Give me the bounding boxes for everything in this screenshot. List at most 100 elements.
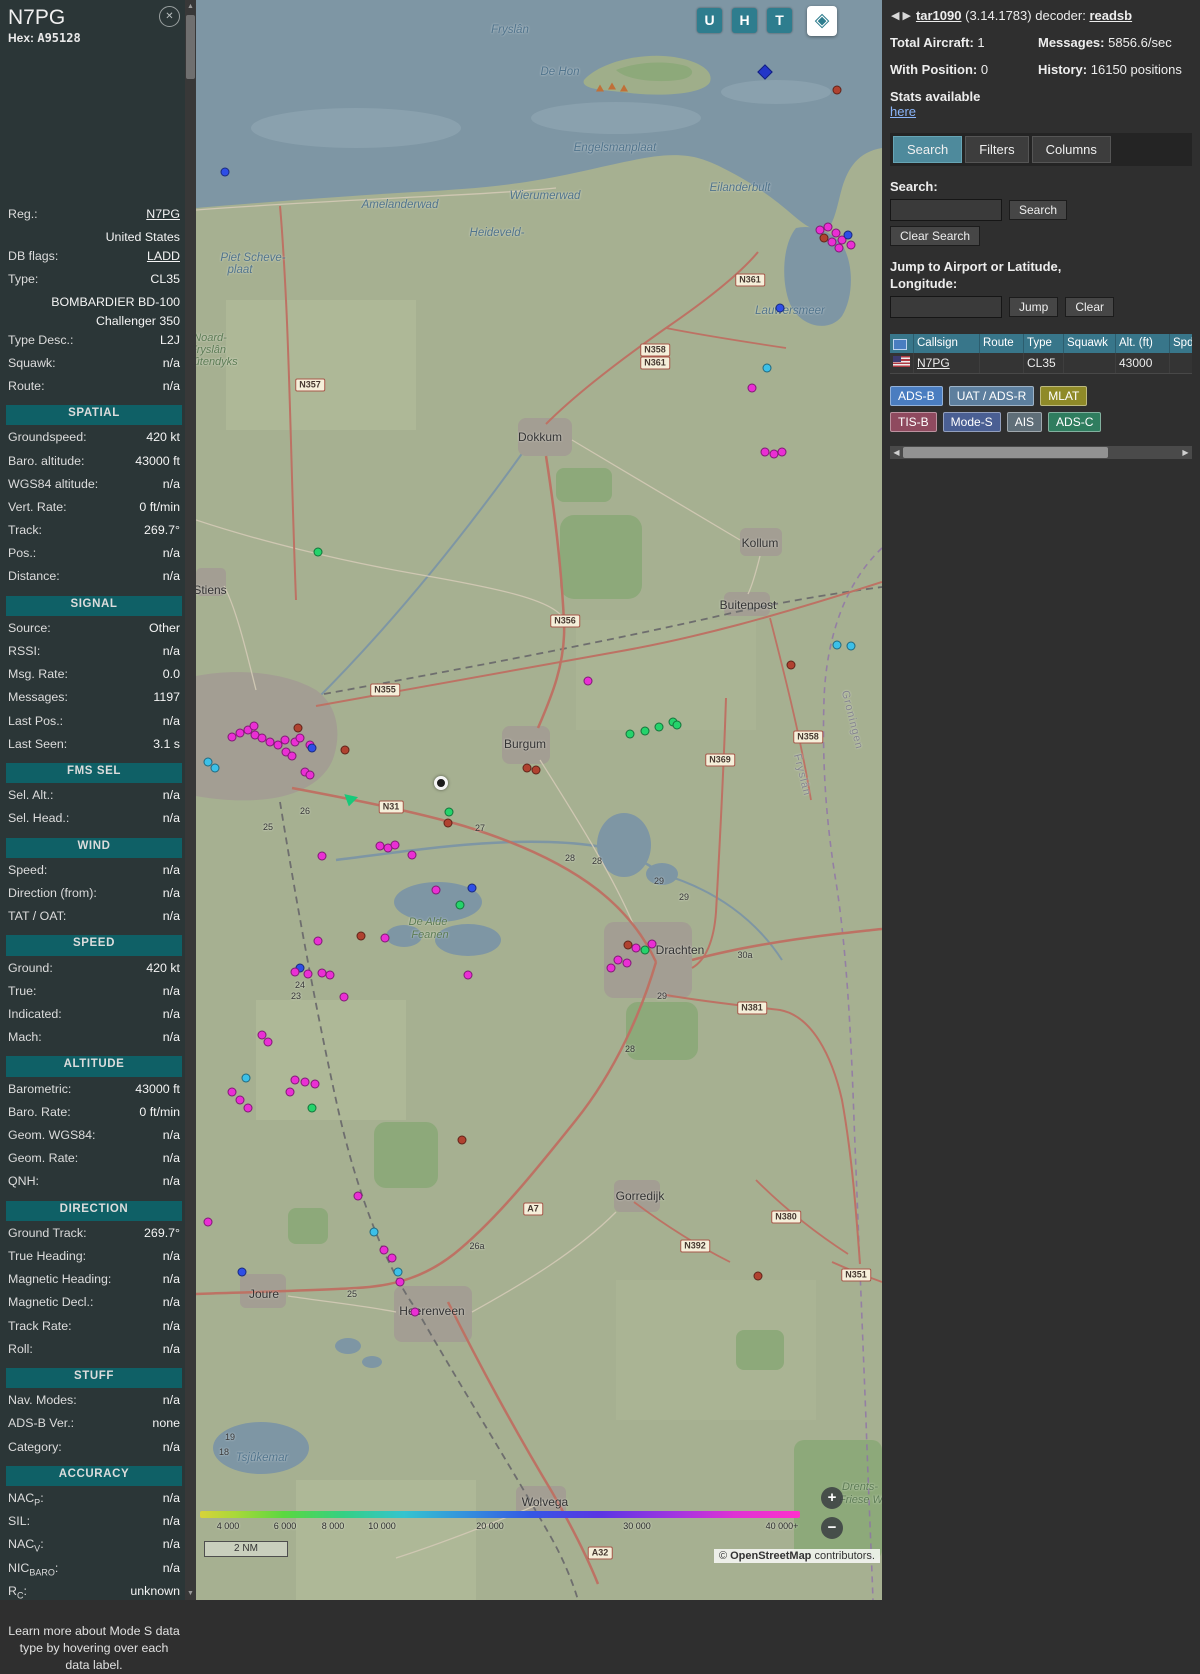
mode-s-hint: Learn more about Mode S data type by hov… [8,1623,180,1672]
sidebar-row: SPEED [6,935,182,956]
row-label: Ground: [8,960,53,975]
aircraft-history-dot [834,243,844,253]
route-cell [980,353,1024,373]
row-label: NACV: [8,1537,44,1554]
row-label: Track: [8,523,42,538]
sidebar-row: Last Pos.: n/a [8,712,180,735]
layer-switcher-icon[interactable]: ◈ [807,6,837,36]
map-viewport[interactable]: N361 N357 N358 N361 N356 N355 N358 N369 N31 N381 N… [196,0,882,1600]
source-filter-badge[interactable]: ADS-C [1048,412,1102,432]
column-header[interactable]: Callsign [914,334,980,353]
row-value: n/a [162,1537,180,1552]
row-label: SIGNAL [70,597,118,610]
aircraft-history-dot [241,1073,251,1083]
aircraft-history-dot [625,729,635,739]
callsign-cell[interactable]: N7PG [914,353,980,373]
scroll-up-icon[interactable]: ▲ [185,3,196,10]
tab[interactable]: Filters [965,136,1029,163]
stats-here-link[interactable]: here [890,104,916,119]
flag-column-icon [893,339,907,350]
hscroll-thumb[interactable] [903,447,1108,458]
road-shield: N369 [705,753,735,767]
jump-button[interactable]: Jump [1009,297,1059,317]
tar1090-link[interactable]: tar1090 [916,8,962,23]
column-header[interactable]: Spd. [1170,334,1192,353]
column-header[interactable]: Type [1024,334,1064,353]
search-button[interactable]: Search [1009,200,1068,220]
clear-search-button[interactable]: Clear Search [890,226,981,246]
jump-input[interactable] [890,296,1002,318]
aircraft-history-dot [237,1267,247,1277]
osm-link[interactable]: OpenStreetMap [730,1550,811,1562]
search-input[interactable] [890,199,1002,221]
source-filter-badge[interactable]: AIS [1006,412,1043,432]
map-label: Kollum [741,536,779,550]
aircraft-history-dot [393,1267,403,1277]
tab[interactable]: Search [893,136,963,163]
aircraft-history-dot [786,660,796,670]
sidebar-row: BOMBARDIER BD-100 [8,293,180,312]
aircraft-history-dot [310,1079,320,1089]
sidebar-scrollbar[interactable]: ▲ ▼ [185,0,196,1600]
aircraft-history-dot [379,1245,389,1255]
hex-value: A95128 [37,31,81,45]
panel-shrink-icon[interactable]: ◀ [890,9,900,22]
aircraft-history-dot [263,1037,273,1047]
row-value: n/a [162,546,180,561]
road-shield: N381 [737,1001,767,1015]
column-header[interactable]: Route [980,334,1024,353]
sidebar-row: Type Desc.: L2J [8,331,180,354]
scroll-right-icon[interactable]: ▶ [1179,446,1192,459]
source-filter-badge[interactable]: Mode-S [942,412,1001,432]
table-horizontal-scrollbar[interactable]: ◀ ▶ [890,446,1192,459]
scroll-left-icon[interactable]: ◀ [890,446,903,459]
aircraft-history-dot [303,969,313,979]
source-filter-badge[interactable]: MLAT [1040,386,1088,406]
sidebar-row: Groundspeed: 420 kt [8,428,180,451]
row-value: n/a [162,1560,180,1575]
aircraft-history-dot [846,240,856,250]
aircraft-history-dot [410,1307,420,1317]
total-aircraft-label: Total Aircraft: [890,35,974,50]
map-label: Burgum [503,737,547,751]
flag-column-header[interactable] [890,334,914,353]
tab[interactable]: Columns [1031,136,1111,163]
source-filter-badge[interactable]: ADS-B [890,386,943,406]
aircraft-history-dot [622,958,632,968]
source-filter-badge[interactable]: TIS-B [890,412,937,432]
row-value: n/a [162,1174,180,1189]
sidebar-row: Baro. Rate: 0 ft/min [8,1103,180,1126]
source-filter-badge[interactable]: UAT / ADS-R [948,386,1035,406]
scroll-down-icon[interactable]: ▼ [185,1590,196,1597]
panel-grow-icon[interactable]: ▶ [901,9,911,22]
hex-line: Hex: A95128 [8,31,180,45]
aircraft-history-dot [407,850,417,860]
dune-marker-icon [608,82,616,90]
map-label: Piet Scheve- [220,252,286,264]
info-panel: ◀ ▶ tar1090 (3.14.1783) decoder: readsb … [882,0,1200,1600]
aircraft-history-dot [613,955,623,965]
zoom-out-button[interactable]: − [821,1517,843,1539]
jump-clear-button[interactable]: Clear [1065,297,1115,317]
aircraft-table-row[interactable]: N7PG CL35 43000 [890,353,1192,374]
aircraft-history-dot [455,900,465,910]
row-label: Last Seen: [8,736,68,751]
column-header[interactable]: Alt. (ft) [1116,334,1170,353]
map-label: Buitenpost [719,598,777,612]
readsb-link[interactable]: readsb [1089,8,1132,23]
scrollbar-thumb[interactable] [186,15,195,79]
row-value: n/a [162,713,180,728]
sidebar-row: ACCURACY [6,1465,182,1486]
map-toggle-button[interactable]: T [767,8,792,33]
row-value: 269.7° [144,523,180,538]
close-icon[interactable]: ✕ [159,6,180,27]
row-label: Ground Track: [8,1225,87,1240]
aircraft-history-dot [832,85,842,95]
map-label: Tsjûkemar [235,1452,289,1464]
aircraft-history-dot [463,970,473,980]
column-header[interactable]: Squawk [1064,334,1116,353]
zoom-in-button[interactable]: + [821,1487,843,1509]
map-toggle-button[interactable]: H [732,8,757,33]
map-toggle-button[interactable]: U [697,8,722,33]
sidebar-row: FMS SEL [6,762,182,784]
